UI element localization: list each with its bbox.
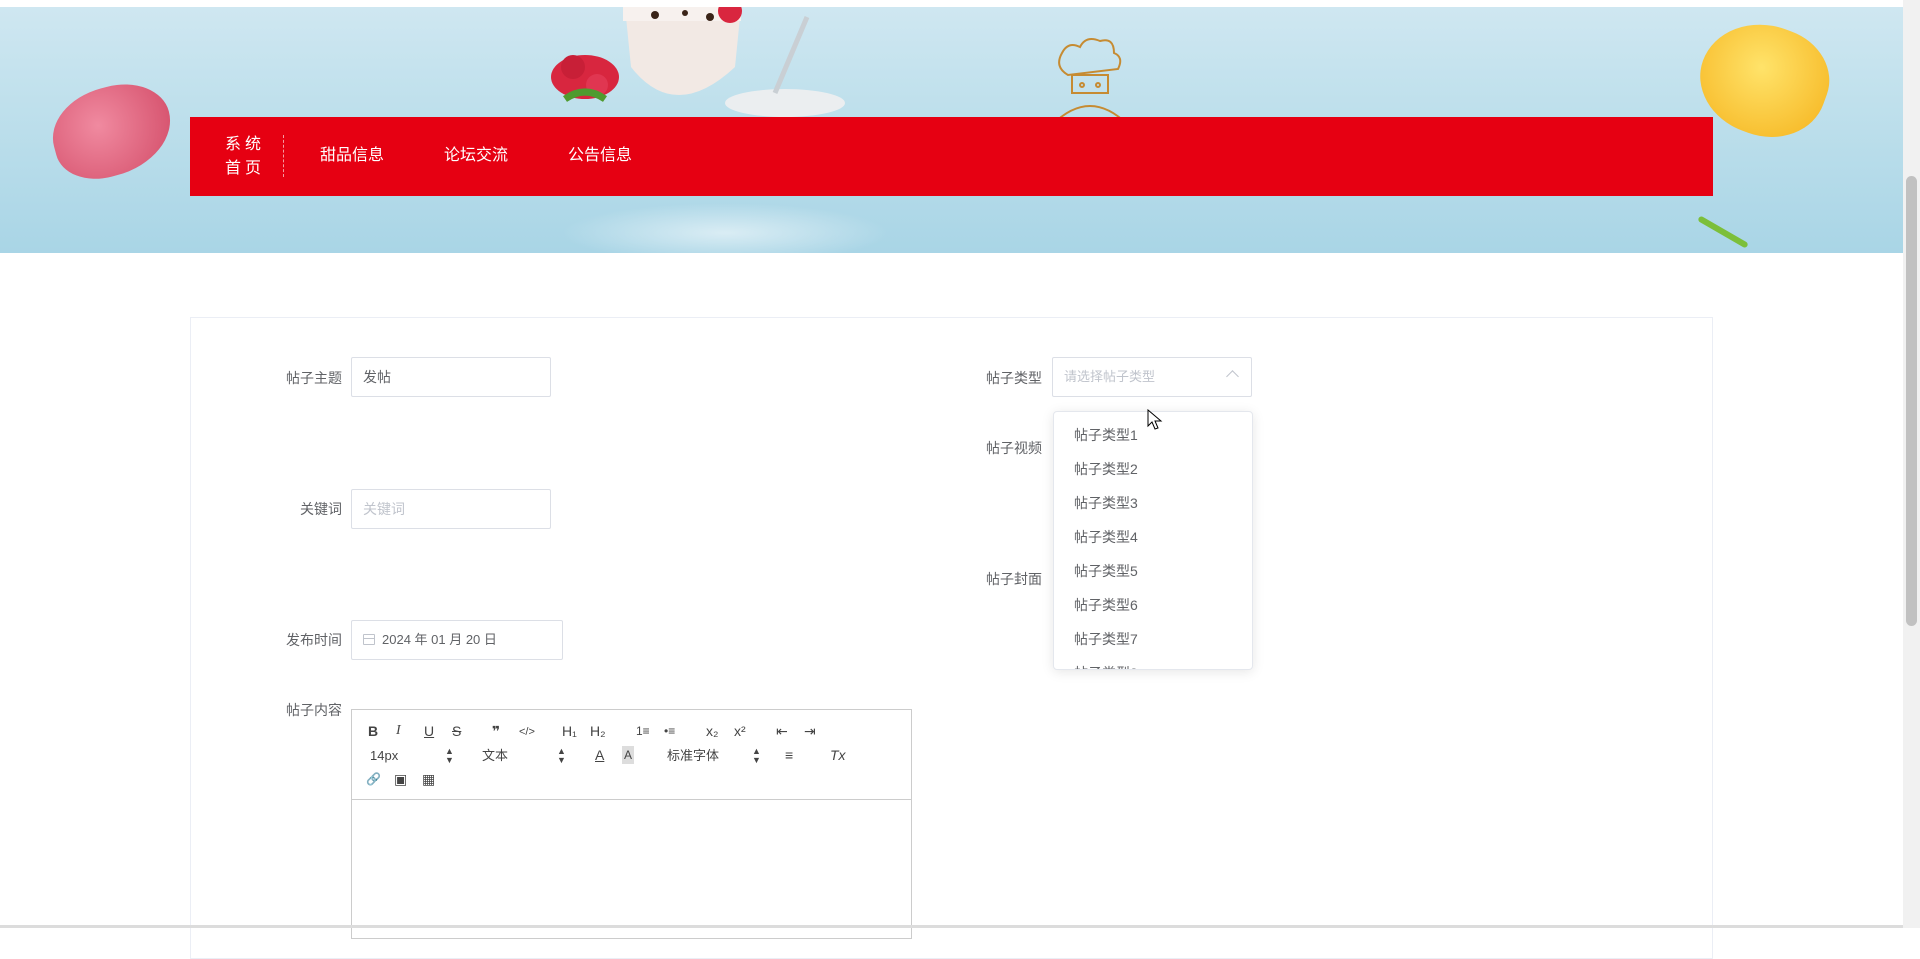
clean-format-button[interactable]: Tx [830, 746, 846, 764]
type-option[interactable]: 帖子类型6 [1054, 588, 1252, 622]
font-color-button[interactable]: A [595, 746, 604, 764]
italic-button[interactable]: I [396, 722, 401, 740]
type-option[interactable]: 帖子类型5 [1054, 554, 1252, 588]
underline-button[interactable]: U [424, 722, 434, 740]
keywords-input[interactable]: 关键词 [351, 489, 551, 529]
nav-divider [283, 135, 284, 177]
video-label: 帖子视频 [986, 440, 1042, 456]
video-button[interactable]: ▦ [422, 770, 435, 788]
content-label: 帖子内容 [286, 702, 342, 718]
nav-item-dessert-info[interactable]: 甜品信息 [320, 145, 384, 167]
type-dropdown: 帖子类型1 帖子类型2 帖子类型3 帖子类型4 帖子类型5 帖子类型6 帖子类型… [1053, 411, 1253, 670]
scrollbar-thumb[interactable] [1906, 176, 1917, 626]
plate-reflection [560, 203, 890, 253]
rose-petal-image [42, 72, 182, 190]
header-select[interactable]: 文本 [482, 747, 508, 765]
ordered-list-button[interactable]: 1≡ [636, 722, 650, 740]
updown-arrows-icon: ▲ ▼ [557, 746, 566, 765]
nav-item-announcements[interactable]: 公告信息 [568, 145, 632, 167]
image-button[interactable]: ▣ [394, 770, 407, 788]
align-button[interactable]: ≡ [785, 746, 793, 764]
font-family-select[interactable]: 标准字体 [667, 747, 719, 765]
superscript-button[interactable]: x² [734, 722, 746, 740]
nav-item-forum[interactable]: 论坛交流 [444, 145, 508, 167]
rich-text-editor: B I U S ❞ </> H₁ H₂ 1≡ •≡ x₂ x² ⇤ ⇥ 14px… [351, 709, 912, 939]
type-label: 帖子类型 [986, 370, 1042, 386]
type-option[interactable]: 帖子类型8 [1054, 656, 1252, 669]
publish-time-label: 发布时间 [286, 632, 342, 648]
publish-time-picker[interactable]: 2024 年 01 月 20 日 [351, 620, 563, 660]
editor-content-area[interactable] [352, 800, 911, 938]
subscript-button[interactable]: x₂ [706, 722, 718, 740]
type-option[interactable]: 帖子类型4 [1054, 520, 1252, 554]
chevron-up-icon [1226, 370, 1239, 383]
mouse-cursor-icon [1147, 409, 1163, 430]
editor-toolbar: B I U S ❞ </> H₁ H₂ 1≡ •≡ x₂ x² ⇤ ⇥ 14px… [352, 710, 911, 800]
font-size-select[interactable]: 14px [370, 747, 398, 765]
heading-1-button[interactable]: H₁ [562, 722, 577, 740]
publish-time-value: 2024 年 01 月 20 日 [382, 632, 497, 647]
blockquote-button[interactable]: ❞ [492, 722, 500, 740]
keywords-label: 关键词 [300, 501, 342, 517]
chef-logo-image [1051, 38, 1129, 125]
leaf-stem-image [1697, 215, 1749, 249]
indent-button[interactable]: ⇥ [804, 722, 816, 740]
bullet-list-button[interactable]: •≡ [664, 722, 675, 740]
updown-arrows-icon: ▲ ▼ [752, 746, 761, 765]
type-select[interactable]: 请选择帖子类型 [1052, 357, 1252, 397]
strike-button[interactable]: S [452, 722, 461, 740]
heading-2-button[interactable]: H₂ [590, 722, 606, 740]
type-option[interactable]: 帖子类型2 [1054, 452, 1252, 486]
topic-input[interactable]: 发帖 [351, 357, 551, 397]
background-color-button[interactable]: A [622, 746, 635, 764]
main-nav: 系统首页 甜品信息 论坛交流 公告信息 [190, 117, 1713, 196]
link-button[interactable]: 🔗 [366, 770, 381, 788]
topic-label: 帖子主题 [286, 370, 342, 386]
type-select-placeholder: 请选择帖子类型 [1064, 369, 1156, 384]
code-block-button[interactable]: </> [519, 723, 535, 741]
type-option[interactable]: 帖子类型3 [1054, 486, 1252, 520]
outdent-button[interactable]: ⇤ [776, 722, 788, 740]
bold-button[interactable]: B [368, 722, 378, 740]
dessert-cup-image [551, 7, 845, 117]
nav-home-link[interactable]: 系统首页 [220, 133, 270, 181]
type-option[interactable]: 帖子类型7 [1054, 622, 1252, 656]
cover-label: 帖子封面 [986, 571, 1042, 587]
updown-arrows-icon: ▲ ▼ [445, 746, 454, 765]
calendar-icon [363, 634, 375, 645]
